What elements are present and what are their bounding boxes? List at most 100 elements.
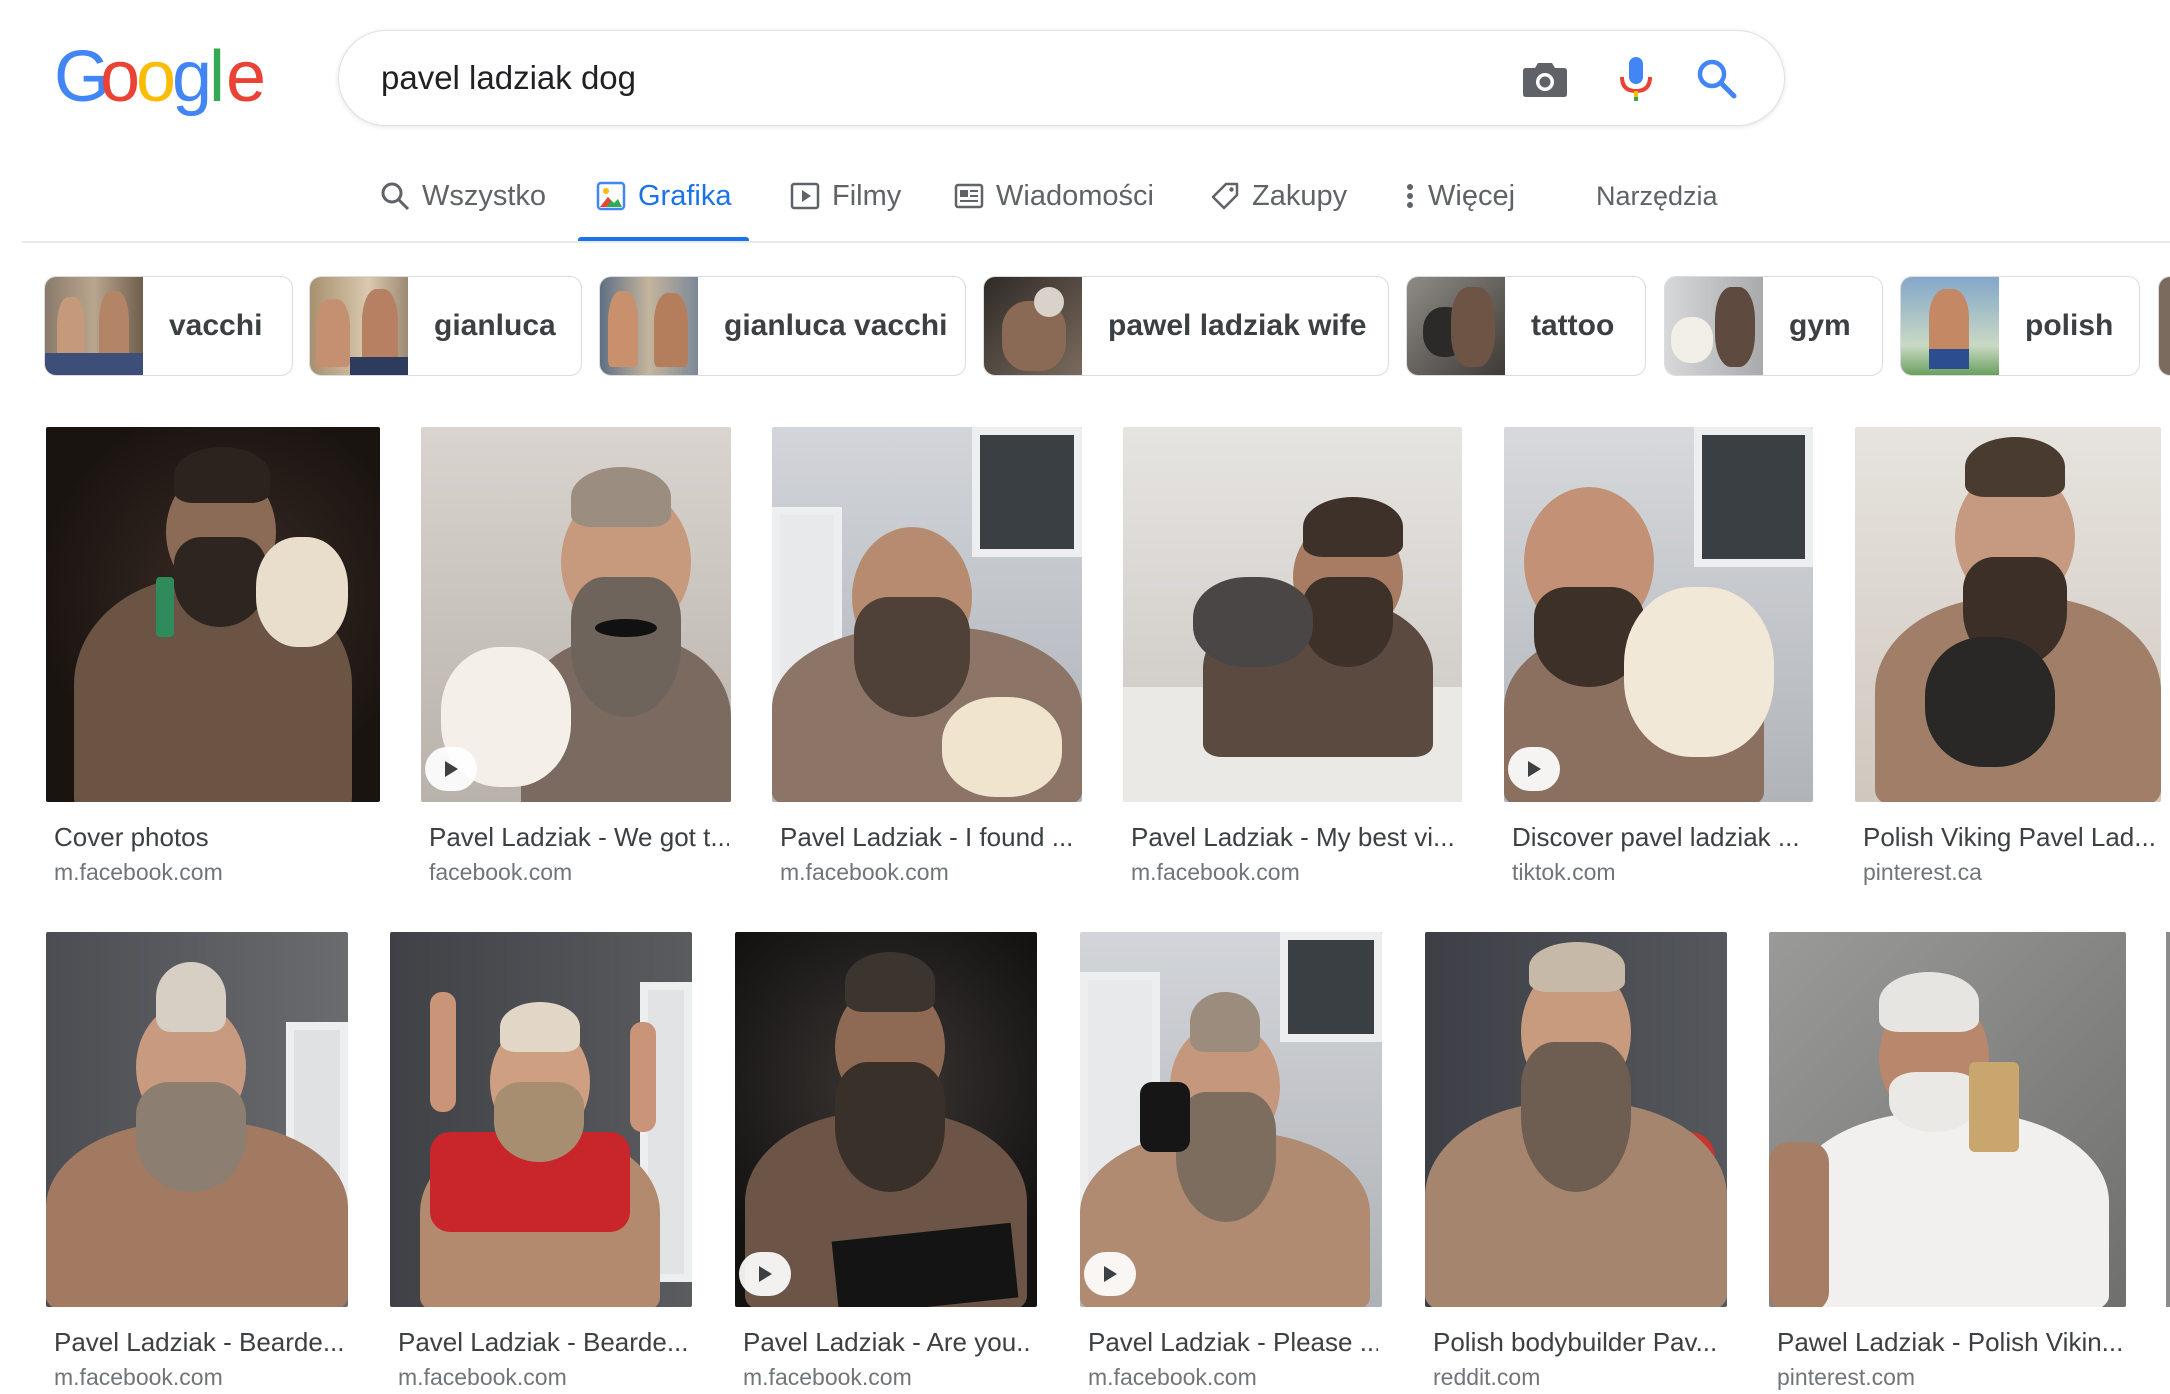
result-thumbnail (46, 427, 380, 802)
result-title: Discover pavel ladziak ... (1512, 822, 1800, 852)
chip-vacchi[interactable]: vacchi (44, 276, 293, 376)
image-result[interactable]: Pawel Ladziak - Polish Vikin... pinteres… (1769, 932, 2126, 1394)
tab-more[interactable]: Więcej (1386, 150, 1533, 242)
result-thumbnail (1080, 932, 1382, 1307)
result-source: m.facebook.com (780, 859, 949, 885)
image-result-partial[interactable] (2166, 932, 2170, 1307)
google-images-results-page: G o o g l e pavel ladziak dog Wszystko G… (0, 0, 2170, 1394)
search-icon[interactable] (1689, 51, 1745, 107)
chip-thumbnail (45, 277, 143, 375)
play-icon (790, 181, 820, 211)
chip-thumbnail (1665, 277, 1763, 375)
logo-letter-o1: o (100, 37, 140, 117)
image-result[interactable]: Pavel Ladziak - I found ... m.facebook.c… (772, 427, 1082, 887)
chip-thumbnail (984, 277, 1082, 375)
chip-label: gym (1789, 309, 1851, 342)
result-title: Pavel Ladziak - Are you... (743, 1327, 1033, 1357)
result-source: pinterest.com (1777, 1364, 1916, 1390)
tools-button[interactable]: Narzędzia (1578, 150, 1736, 242)
chip-label: pawel ladziak wife (1108, 309, 1367, 342)
google-logo[interactable]: G o o g l e (54, 37, 266, 117)
chip-label: vacchi (169, 309, 263, 342)
result-title: Pavel Ladziak - We got t... (429, 822, 729, 852)
image-result[interactable]: Polish bodybuilder Pav... reddit.com (1425, 932, 1727, 1394)
logo-letter-o2: o (136, 37, 176, 117)
tab-label: Więcej (1428, 179, 1516, 212)
result-source: facebook.com (429, 859, 573, 885)
tab-shopping[interactable]: Zakupy (1192, 150, 1365, 242)
result-source: reddit.com (1433, 1364, 1541, 1390)
result-source: m.facebook.com (743, 1364, 912, 1390)
result-source: m.facebook.com (398, 1364, 567, 1390)
result-thumbnail (390, 932, 692, 1307)
search-tabs: Wszystko Grafika Filmy Wiadomości Zakupy… (0, 150, 2170, 242)
chip-thumbnail (310, 277, 408, 375)
result-title: Cover photos (54, 822, 209, 852)
tab-label: Filmy (832, 179, 902, 212)
chip-gianluca-vacchi[interactable]: gianluca vacchi (599, 276, 966, 376)
chip-label: gianluca vacchi (724, 309, 948, 342)
result-thumbnail (735, 932, 1037, 1307)
image-result[interactable]: Pavel Ladziak - Are you... m.facebook.co… (735, 932, 1037, 1394)
result-source: m.facebook.com (1131, 859, 1300, 885)
image-icon (596, 181, 626, 211)
more-vert-icon (1404, 181, 1416, 211)
result-title: Polish bodybuilder Pav... (1433, 1327, 1718, 1357)
image-result[interactable]: Discover pavel ladziak ... tiktok.com (1504, 427, 1813, 887)
tab-images[interactable]: Grafika (578, 150, 750, 242)
chip-gianluca[interactable]: gianluca (309, 276, 582, 376)
image-result[interactable]: Polish Viking Pavel Lad... pinterest.ca (1855, 427, 2161, 887)
chip-thumbnail (1901, 277, 1999, 375)
result-title: Pavel Ladziak - I found ... (780, 822, 1074, 852)
chip-polish[interactable]: polish (1900, 276, 2140, 376)
image-result[interactable]: Pavel Ladziak - We got t... facebook.com (421, 427, 731, 887)
image-result[interactable]: Cover photos m.facebook.com (46, 427, 380, 887)
image-result[interactable]: Pavel Ladziak - Bearde... m.facebook.com (390, 932, 692, 1394)
result-title: Pavel Ladziak - Bearde... (398, 1327, 688, 1357)
tag-icon (1210, 181, 1240, 211)
chip-gym[interactable]: gym (1664, 276, 1883, 376)
result-title: Pawel Ladziak - Polish Vikin... (1777, 1327, 2122, 1357)
tab-all[interactable]: Wszystko (362, 150, 564, 242)
result-source: m.facebook.com (54, 859, 223, 885)
logo-letter-e: e (226, 37, 266, 117)
tab-news[interactable]: Wiadomości (936, 150, 1172, 242)
result-thumbnail (1855, 427, 2161, 802)
chip-thumbnail (2159, 277, 2170, 375)
result-title: Pavel Ladziak - Bearde... (54, 1327, 344, 1357)
image-result[interactable]: Pavel Ladziak - Please ... m.facebook.co… (1080, 932, 1382, 1394)
result-title: Pavel Ladziak - Please ... (1088, 1327, 1378, 1357)
image-result[interactable]: Pavel Ladziak - My best vi... m.facebook… (1123, 427, 1462, 887)
result-thumbnail (1504, 427, 1813, 802)
video-badge (1084, 1252, 1136, 1296)
search-input[interactable] (381, 55, 1381, 101)
chip-pawel-ladziak-wife[interactable]: pawel ladziak wife (983, 276, 1389, 376)
tab-label: Wiadomości (996, 179, 1154, 212)
result-thumbnail (421, 427, 731, 802)
tab-label: Wszystko (422, 179, 547, 212)
tabs-divider (22, 241, 2170, 243)
result-title: Pavel Ladziak - My best vi... (1131, 822, 1455, 852)
chip-partial[interactable] (2158, 276, 2170, 376)
search-box (338, 30, 1785, 126)
chip-label: tattoo (1531, 309, 1615, 342)
chip-tattoo[interactable]: tattoo (1406, 276, 1646, 376)
result-thumbnail (46, 932, 348, 1307)
result-thumbnail (1769, 932, 2126, 1307)
tools-label: Narzędzia (1596, 180, 1718, 211)
chip-label: polish (2025, 309, 2114, 342)
chip-label: gianluca (434, 309, 556, 342)
microphone-icon[interactable] (1608, 51, 1664, 107)
camera-icon[interactable] (1517, 51, 1573, 107)
image-result[interactable]: Pavel Ladziak - Bearde... m.facebook.com (46, 932, 348, 1394)
result-thumbnail (1123, 427, 1462, 802)
tab-videos[interactable]: Filmy (772, 150, 919, 242)
video-badge (739, 1252, 791, 1296)
news-icon (954, 181, 984, 211)
result-thumbnail (1425, 932, 1727, 1307)
video-badge (425, 747, 477, 791)
result-source: m.facebook.com (1088, 1364, 1257, 1390)
search-icon (380, 181, 410, 211)
logo-letter-g2: g (172, 37, 212, 117)
result-title: Polish Viking Pavel Lad... (1863, 822, 2156, 852)
